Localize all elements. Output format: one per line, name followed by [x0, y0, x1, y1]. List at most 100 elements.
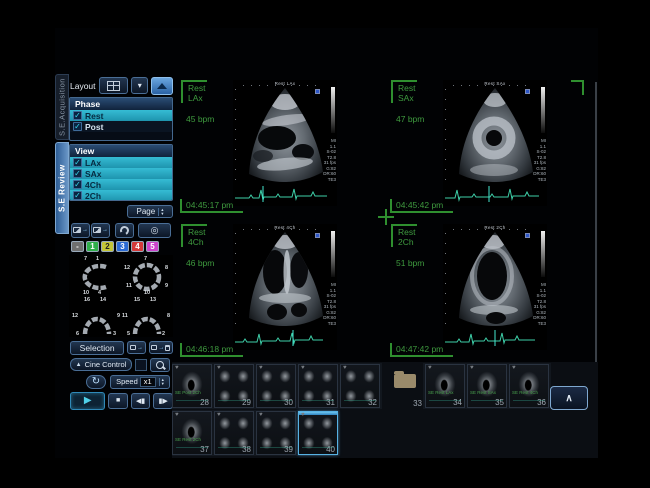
diagram-4ch[interactable]: 16 14 12 9 6 3 — [72, 297, 122, 337]
play-button[interactable]: ▶ — [70, 392, 105, 410]
full-image-button[interactable] — [151, 77, 173, 95]
ultrasound-image[interactable]: Rest 4Ch — [233, 224, 337, 350]
thumbnail-29[interactable]: ♥ 29 — [214, 364, 254, 408]
thumbnail-28[interactable]: ♥ SE Post 2Ch 28 — [172, 364, 212, 408]
pointer-target-button[interactable]: ◎ — [138, 223, 171, 238]
thumbnail-38[interactable]: ♥ 38 — [214, 411, 254, 455]
move-delete-button[interactable]: → — [149, 341, 173, 354]
diagram-2ch[interactable]: 15 13 11 8 5 2 — [122, 297, 172, 337]
segment-diagrams: 7 1 10 4 7 12 8 11 9 10 16 — [69, 255, 173, 337]
thumbnail-folder-33[interactable]: 33 — [388, 364, 424, 408]
checkbox-sax[interactable]: ✓ — [73, 169, 82, 178]
score-button-5[interactable]: 5 — [146, 241, 159, 252]
picture-icon — [73, 227, 81, 233]
arrow-right-icon: → — [158, 345, 164, 351]
checkbox-lax[interactable]: ✓ — [73, 158, 82, 167]
step-forward-button[interactable]: ▮▶ — [153, 393, 173, 409]
thumbnail-31[interactable]: ♥ 31 — [298, 364, 338, 408]
thumbnail-37[interactable]: ♥ SE Rest 2Ch 37 — [172, 411, 212, 455]
tool-buttons-row: → → ◎ — [71, 222, 173, 238]
viewport-rest-4ch[interactable]: Rest 4Ch 46 bpm Rest 4Ch — [175, 216, 385, 360]
ultrasound-image[interactable]: Rest SAx — [443, 80, 547, 206]
thumbnail-35[interactable]: ♥ SE Rest SAx 35 — [467, 364, 507, 408]
selection-button[interactable]: Selection — [70, 341, 124, 355]
view-text: 2Ch — [398, 237, 417, 247]
ultrasound-image[interactable]: Rest LAx — [233, 80, 337, 206]
ultrasound-image[interactable]: Rest 2Ch — [443, 224, 547, 350]
diagram-sax[interactable]: 7 12 8 11 9 10 — [122, 256, 172, 296]
filmstrip-collapse-button[interactable]: ∧ — [550, 386, 588, 410]
page-spinner-icon[interactable]: ▴▾ — [158, 208, 163, 216]
view-row-sax[interactable]: ✓ SAx — [70, 168, 172, 179]
zoom-pan-button[interactable] — [150, 358, 170, 372]
checkbox-post[interactable]: ✓ — [73, 122, 82, 131]
checkbox-4ch[interactable]: ✓ — [73, 180, 82, 189]
chevron-down-icon: ▾ — [138, 81, 142, 90]
score-button-3[interactable]: 3 — [116, 241, 129, 252]
tab-se-acquisition[interactable]: S.E.Acquisition — [55, 74, 69, 140]
cine-control-button[interactable]: ▲ Cine Control — [70, 358, 132, 371]
thumbnail-30[interactable]: ♥ 30 — [256, 364, 296, 408]
page-button[interactable]: Page ▴▾ — [127, 205, 173, 218]
thumbnail-label: SE Rest LAx — [428, 390, 454, 395]
target-icon: ◎ — [151, 225, 159, 236]
heart-rate: 45 bpm — [186, 114, 214, 124]
checkbox-rest[interactable]: ✓ — [73, 111, 82, 120]
view-row-2ch[interactable]: ✓ 2Ch — [70, 190, 172, 201]
wall-score-buttons: - 1 2 3 4 5 — [71, 241, 159, 252]
phase-text: Rest — [398, 227, 417, 237]
heart-icon: ♥ — [301, 365, 305, 371]
thumbnail-number: 32 — [368, 398, 377, 407]
step-back-button[interactable]: ◀▮ — [131, 393, 151, 409]
score-button-none[interactable]: - — [71, 241, 84, 252]
score-button-1[interactable]: 1 — [86, 241, 99, 252]
image-viewport-grid: Rest LAx 45 bpm Rest LAx — [175, 72, 595, 360]
thumbnail-32[interactable]: ♥ 32 — [340, 364, 380, 408]
viewport-label: Rest 2Ch — [391, 224, 417, 247]
thumbnail-36[interactable]: ♥ SE Rest 4Ch 36 — [509, 364, 549, 408]
layout-dropdown-button[interactable]: ▾ — [131, 77, 148, 94]
heart-icon: ♥ — [175, 412, 179, 418]
score-button-4[interactable]: 4 — [131, 241, 144, 252]
acquisition-time: 04:47:42 pm — [390, 343, 453, 357]
viewport-rest-2ch[interactable]: Rest 2Ch 51 bpm Rest 2Ch — [385, 216, 595, 360]
thumbnail-39[interactable]: ♥ 39 — [256, 411, 296, 455]
play-icon: ▶ — [84, 395, 92, 406]
speed-spinner-icon[interactable]: ▴▾ — [159, 378, 164, 386]
thumbnail-40-selected[interactable]: ♥ 40 — [298, 411, 338, 455]
tab-se-review[interactable]: S.E Review — [55, 142, 69, 234]
speed-control[interactable]: Speed x1 ▴▾ — [110, 375, 170, 389]
arrow-right-icon: → — [82, 227, 88, 233]
checkbox-2ch[interactable]: ✓ — [73, 191, 82, 200]
transport-row: ▶ ■ ◀▮ ▮▶ — [70, 391, 173, 410]
diagram-lax[interactable]: 7 1 10 4 — [70, 256, 120, 296]
orientation-marker — [525, 89, 530, 94]
phase-row-post[interactable]: ✓ Post — [70, 121, 172, 132]
image-parameters: MI 1.1 S-02 T2.8 31 fps G:82 DR:60 TE3 — [323, 138, 336, 182]
thumbnail-number: 35 — [495, 398, 504, 407]
viewport-rest-sax[interactable]: Rest SAx 47 bpm Rest SAx — [385, 72, 595, 216]
thumbnail-number: 31 — [326, 398, 335, 407]
phase-row-rest[interactable]: ✓ Rest — [70, 110, 172, 121]
move-selected-button[interactable]: → — [127, 341, 145, 354]
thumbnail-34[interactable]: ♥ SE Rest LAx 34 — [425, 364, 465, 408]
view-row-4ch[interactable]: ✓ 4Ch — [70, 179, 172, 190]
control-panel: Layout ▾ Phase ✓ Rest ✓ Post View ✓ LAx … — [68, 74, 174, 404]
ecg-trace — [235, 184, 335, 204]
loop-button[interactable]: ↻ — [86, 375, 106, 389]
heart-icon: ♥ — [470, 365, 474, 371]
stop-button[interactable]: ■ — [108, 393, 128, 409]
score-button-2[interactable]: 2 — [101, 241, 114, 252]
phase-panel: Phase ✓ Rest ✓ Post — [69, 97, 173, 141]
segment-model-button[interactable] — [115, 223, 134, 238]
image-parameters: MI 1.1 S-02 T2.8 31 fps G:82 DR:60 TE3 — [533, 138, 546, 182]
selection-label: Selection — [80, 343, 115, 353]
acquisition-time: 04:46:18 pm — [180, 343, 243, 357]
heart-icon: ♥ — [259, 365, 263, 371]
layout-grid-button[interactable] — [99, 77, 129, 94]
save-image-button[interactable]: → — [71, 223, 90, 238]
save-clip-button[interactable]: → — [91, 223, 110, 238]
view-row-lax[interactable]: ✓ LAx — [70, 157, 172, 168]
view-sax-label: SAx — [85, 169, 102, 179]
viewport-rest-lax[interactable]: Rest LAx 45 bpm Rest LAx — [175, 72, 385, 216]
